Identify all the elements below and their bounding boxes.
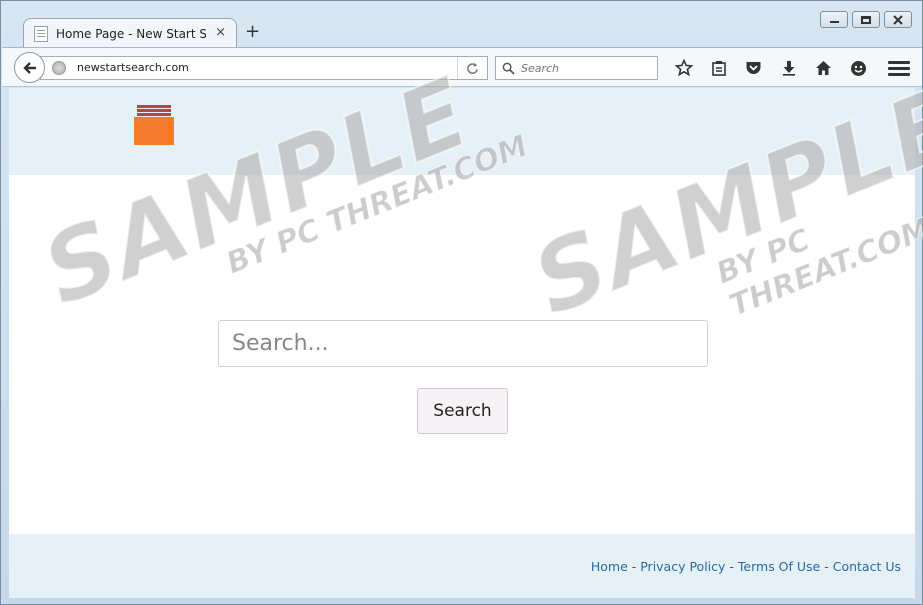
menu-icon-bar: [888, 66, 910, 70]
footer-link-privacy[interactable]: Privacy Policy: [640, 559, 725, 574]
close-window-button[interactable]: [884, 11, 912, 28]
page-footer: Home - Privacy Policy - Terms Of Use - C…: [9, 534, 915, 598]
footer-separator: -: [820, 559, 833, 574]
footer-separator: -: [627, 559, 641, 574]
address-bar[interactable]: newstartsearch.com: [40, 56, 488, 80]
logo-stripe: [137, 105, 171, 108]
pocket-button[interactable]: [736, 57, 771, 79]
downloads-button[interactable]: [771, 57, 806, 79]
footer-link-contact[interactable]: Contact Us: [833, 559, 901, 574]
browser-search-input[interactable]: [521, 61, 651, 75]
reload-button[interactable]: [457, 57, 487, 79]
close-icon: [893, 14, 903, 25]
search-button[interactable]: Search: [417, 388, 508, 434]
restore-icon: [861, 15, 871, 24]
back-button[interactable]: [14, 52, 45, 83]
nav-toolbar: newstartsearch.com: [2, 47, 922, 87]
toolbar-icons: [666, 57, 876, 79]
reload-icon: [467, 62, 478, 74]
site-logo-icon[interactable]: [134, 105, 174, 145]
browser-window: Home Page - New Start Se... × + newstart…: [0, 0, 923, 605]
restore-button[interactable]: [852, 11, 880, 28]
hamburger-menu-button[interactable]: [888, 57, 910, 79]
hello-button[interactable]: [841, 57, 876, 79]
smiley-icon: [851, 60, 866, 76]
globe-icon: [52, 61, 66, 75]
menu-icon-bar: [888, 60, 910, 64]
logo-stripe: [137, 109, 171, 112]
menu-icon-bar: [888, 72, 910, 76]
minimize-button[interactable]: [820, 11, 848, 28]
close-tab-icon[interactable]: ×: [215, 26, 226, 40]
url-text[interactable]: newstartsearch.com: [77, 61, 189, 74]
window-controls: [820, 11, 912, 28]
star-icon: [674, 59, 693, 77]
pocket-icon: [746, 62, 761, 74]
logo-stripe: [137, 113, 171, 116]
home-icon: [816, 61, 831, 75]
page-icon: [34, 25, 48, 42]
clipboard-icon: [711, 61, 726, 76]
back-arrow-icon: [22, 61, 36, 74]
search-input[interactable]: [218, 320, 708, 367]
download-arrow-icon: [782, 61, 795, 76]
browser-tab[interactable]: Home Page - New Start Se... ×: [23, 18, 237, 48]
footer-separator: -: [725, 559, 738, 574]
reading-list-button[interactable]: [701, 57, 736, 79]
tab-title: Home Page - New Start Se...: [56, 26, 206, 41]
footer-link-home[interactable]: Home: [591, 559, 628, 574]
footer-link-terms[interactable]: Terms Of Use: [738, 559, 820, 574]
browser-search-box[interactable]: [495, 56, 658, 80]
web-page: Search Home - Privacy Policy - Terms Of …: [9, 88, 915, 598]
search-icon: [502, 62, 515, 75]
minimize-icon: [829, 21, 839, 23]
home-button[interactable]: [806, 57, 841, 79]
bookmark-star-button[interactable]: [666, 57, 701, 79]
new-tab-button[interactable]: +: [245, 22, 260, 42]
footer-links: Home - Privacy Policy - Terms Of Use - C…: [591, 559, 901, 574]
logo-folder: [134, 117, 174, 145]
page-header: [9, 88, 915, 175]
